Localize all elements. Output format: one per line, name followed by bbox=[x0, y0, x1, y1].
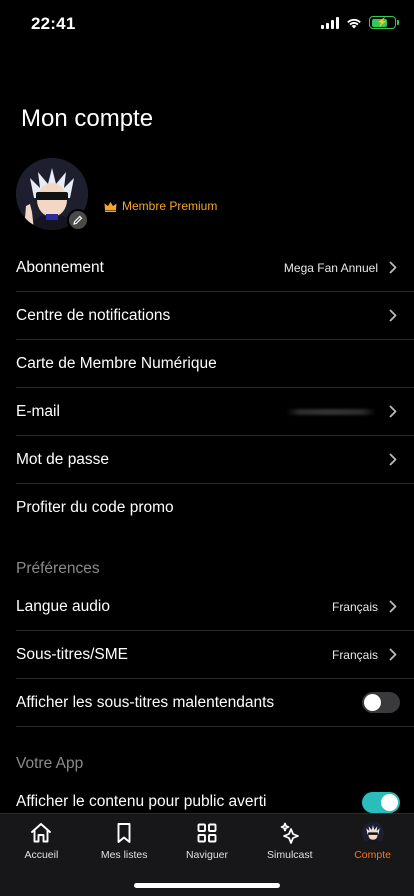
tab-label: Compte bbox=[354, 849, 391, 861]
chevron-right-icon bbox=[384, 451, 402, 469]
tab-mes-listes[interactable]: Mes listes bbox=[83, 814, 166, 870]
tab-accueil[interactable]: Accueil bbox=[0, 814, 83, 870]
crown-icon bbox=[104, 201, 117, 212]
row-subtitles[interactable]: Sous-titres/SME Français bbox=[16, 631, 414, 679]
row-membership-card[interactable]: Carte de Membre Numérique bbox=[16, 340, 414, 388]
tab-compte[interactable]: Compte bbox=[331, 814, 414, 870]
row-audio-language[interactable]: Langue audio Français bbox=[16, 583, 414, 631]
sparkle-icon bbox=[278, 821, 302, 845]
row-value: Français bbox=[331, 599, 378, 614]
home-icon bbox=[29, 821, 53, 845]
chevron-right-icon bbox=[384, 259, 402, 277]
row-label: Centre de notifications bbox=[16, 306, 171, 324]
status-time: 22:41 bbox=[31, 14, 76, 33]
status-bar: 22:41 ⚡ bbox=[0, 0, 414, 50]
avatar-icon bbox=[361, 821, 385, 845]
section-header-preferences: Préférences bbox=[16, 560, 100, 577]
row-label: Afficher les sous-titres malentendants bbox=[16, 693, 275, 711]
tab-bar: Accueil Mes listes Naviguer Simulcast Co… bbox=[0, 813, 414, 896]
status-icons: ⚡ bbox=[321, 16, 399, 29]
signal-icon bbox=[321, 16, 339, 29]
mature-content-toggle[interactable] bbox=[362, 791, 400, 813]
battery-icon: ⚡ bbox=[369, 16, 399, 29]
row-password[interactable]: Mot de passe bbox=[16, 436, 414, 484]
row-label: Abonnement bbox=[16, 258, 104, 276]
row-email[interactable]: E-mail bbox=[16, 388, 414, 436]
row-promo-code[interactable]: Profiter du code promo bbox=[16, 484, 414, 532]
chevron-right-icon bbox=[384, 598, 402, 616]
tab-simulcast[interactable]: Simulcast bbox=[248, 814, 331, 870]
row-label: Langue audio bbox=[16, 597, 110, 615]
pencil-icon bbox=[73, 215, 83, 225]
tab-label: Mes listes bbox=[100, 849, 148, 861]
row-abonnement[interactable]: Abonnement Mega Fan Annuel bbox=[16, 244, 414, 292]
row-label: E-mail bbox=[16, 402, 60, 420]
row-label: Profiter du code promo bbox=[16, 499, 174, 516]
bookmark-icon bbox=[112, 821, 136, 845]
grid-icon bbox=[195, 821, 219, 845]
row-label: Carte de Membre Numérique bbox=[16, 354, 217, 372]
row-value: Mega Fan Annuel bbox=[283, 260, 378, 275]
edit-avatar-button[interactable] bbox=[67, 209, 89, 231]
row-notifications[interactable]: Centre de notifications bbox=[16, 292, 414, 340]
chevron-right-icon bbox=[384, 307, 402, 325]
hearing-impaired-toggle[interactable] bbox=[362, 692, 400, 713]
row-label: Mot de passe bbox=[16, 450, 110, 468]
tab-label: Naviguer bbox=[185, 849, 228, 861]
redacted-email bbox=[286, 408, 376, 415]
row-label: Afficher le contenu pour public averti bbox=[16, 793, 267, 810]
home-indicator bbox=[134, 883, 280, 888]
row-hearing-impaired-subtitles: Afficher les sous-titres malentendants bbox=[16, 679, 414, 727]
page-title: Mon compte bbox=[21, 105, 154, 132]
row-value: Français bbox=[331, 647, 378, 662]
premium-label: Membre Premium bbox=[122, 199, 218, 213]
section-header-app: Votre App bbox=[16, 755, 84, 772]
chevron-right-icon bbox=[384, 403, 402, 421]
tab-naviguer[interactable]: Naviguer bbox=[166, 814, 249, 870]
premium-badge: Membre Premium bbox=[104, 199, 217, 213]
chevron-right-icon bbox=[384, 646, 402, 664]
wifi-icon bbox=[347, 18, 361, 28]
tab-label: Accueil bbox=[24, 849, 59, 861]
tab-label: Simulcast bbox=[267, 849, 313, 861]
row-label: Sous-titres/SME bbox=[16, 645, 128, 663]
